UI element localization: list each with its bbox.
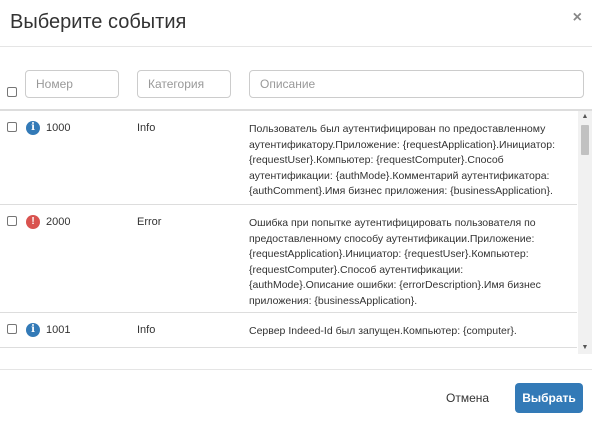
row-checkbox[interactable] — [7, 216, 17, 226]
event-number: 1001 — [46, 324, 71, 336]
select-button[interactable]: Выбрать — [515, 383, 583, 413]
cancel-button[interactable]: Отмена — [446, 388, 489, 408]
table-row[interactable]: i 1000 Info Пользователь был аутентифици… — [0, 111, 577, 205]
event-description: Ошибка при попытке аутентифицировать пол… — [249, 217, 541, 307]
number-filter-input[interactable]: Номер — [25, 70, 119, 98]
table-row[interactable]: i 1001 Info Сервер Indeed-Id был запущен… — [0, 313, 577, 348]
scroll-down-arrow-icon[interactable]: ▼ — [578, 342, 592, 354]
events-table: i 1000 Info Пользователь был аутентифици… — [0, 111, 592, 354]
event-description: Пользователь был аутентифицирован по пре… — [249, 123, 556, 197]
info-icon: i — [26, 121, 40, 135]
description-filter-input[interactable]: Описание — [249, 70, 584, 98]
scroll-thumb[interactable] — [581, 125, 589, 155]
info-icon: i — [26, 323, 40, 337]
close-button[interactable]: × — [573, 8, 582, 28]
event-category: Info — [137, 122, 156, 134]
dialog-header: Выберите события × — [0, 0, 592, 47]
filter-row: Номер Категория Описание — [0, 47, 592, 111]
dialog-footer: Отмена Выбрать — [0, 369, 592, 423]
row-checkbox[interactable] — [7, 122, 17, 132]
error-icon: ! — [26, 215, 40, 229]
table-scrollbar[interactable]: ▲ ▼ — [578, 111, 592, 354]
row-checkbox[interactable] — [7, 324, 17, 334]
select-all-checkbox[interactable] — [7, 87, 17, 97]
event-category: Error — [137, 216, 162, 228]
event-description: Сервер Indeed-Id был запущен.Компьютер: … — [249, 325, 517, 337]
table-row[interactable]: ! 2000 Error Ошибка при попытке аутентиф… — [0, 205, 577, 313]
event-number: 1000 — [46, 122, 71, 134]
scroll-up-arrow-icon[interactable]: ▲ — [578, 111, 592, 123]
dialog-title: Выберите события — [10, 11, 187, 33]
category-filter-input[interactable]: Категория — [137, 70, 231, 98]
event-number: 2000 — [46, 216, 71, 228]
event-category: Info — [137, 324, 156, 336]
